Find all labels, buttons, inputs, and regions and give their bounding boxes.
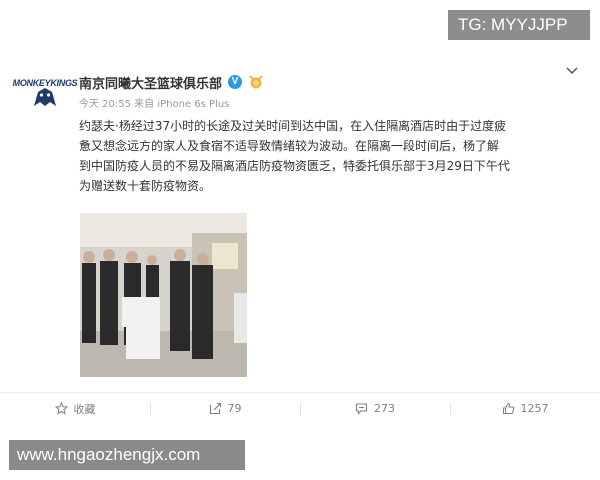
thumbs-up-icon (502, 402, 514, 414)
comment-button[interactable]: 273 (300, 393, 450, 424)
author-name[interactable]: 南京同曦大圣篮球俱乐部 (79, 73, 222, 92)
star-icon (54, 402, 68, 415)
post-text-line: 约瑟夫·杨经过37小时的长途及过关时间到达中国，在入住隔离酒店时由于过度疲 (79, 119, 507, 133)
like-button[interactable]: 1257 (450, 393, 600, 424)
monkey-logo-icon (34, 88, 56, 106)
post-text-line: 到中国防疫人员的不易及隔离酒店防疫物资匮乏，特委托俱乐部于3月29日下午代 (79, 159, 510, 173)
repost-icon (209, 402, 221, 415)
post-meta: 今天 20:55 来自 iPhone 6s Plus (79, 99, 230, 110)
weibo-post-card: MONKEYKINGS 南京同曦大圣篮球俱乐部 V 今天 20:55 来自 iP… (0, 0, 600, 480)
website-watermark: www.hngaozhengjx.com (9, 440, 245, 470)
post-text-line: 为赠送数十套防疫物资。 (79, 179, 212, 193)
author-row: 南京同曦大圣篮球俱乐部 V (79, 73, 264, 92)
comment-count: 273 (374, 402, 395, 415)
repost-count: 79 (227, 402, 242, 415)
gold-medal-icon (249, 75, 263, 89)
favorite-label: 收藏 (73, 402, 96, 416)
like-count: 1257 (520, 402, 549, 415)
verified-v-icon: V (228, 75, 243, 89)
tg-badge-overlay: TG: MYYJJPP (448, 10, 590, 40)
avatar[interactable]: MONKEYKINGS (13, 72, 78, 114)
post-body: 约瑟夫·杨经过37小时的长途及过关时间到达中国，在入住隔离酒店时由于过度疲 惫又… (79, 116, 591, 196)
chevron-down-icon[interactable] (565, 66, 579, 76)
post-action-bar: 收藏 79 273 1257 (0, 392, 600, 424)
photo-icon (80, 213, 247, 377)
repost-button[interactable]: 79 (150, 393, 300, 424)
post-text-line: 惫又想念远方的家人及食宿不适导致情绪较为波动。在隔离一段时间后，杨了解 (79, 139, 500, 153)
favorite-button[interactable]: 收藏 (0, 393, 150, 424)
comment-icon (355, 403, 368, 415)
post-photo[interactable] (80, 213, 247, 377)
